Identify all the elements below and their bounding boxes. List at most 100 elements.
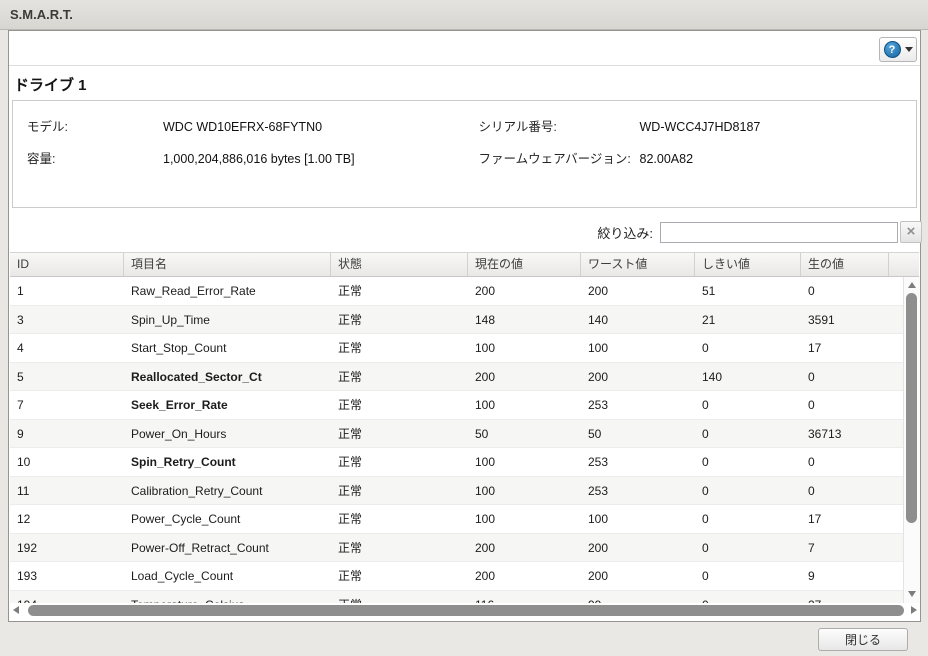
table-row[interactable]: 3Spin_Up_Time正常148140213591 xyxy=(10,306,919,335)
cell-id: 7 xyxy=(10,391,124,419)
cell-raw: 17 xyxy=(801,334,889,362)
cell-threshold: 0 xyxy=(695,505,801,533)
cell-raw: 0 xyxy=(801,277,889,305)
cell-name: Reallocated_Sector_Ct xyxy=(124,363,331,391)
cell-threshold: 0 xyxy=(695,477,801,505)
clear-filter-icon[interactable]: × xyxy=(900,221,922,243)
table-row[interactable]: 12Power_Cycle_Count正常100100017 xyxy=(10,505,919,534)
cell-raw: 3591 xyxy=(801,306,889,334)
cell-status: 正常 xyxy=(331,277,468,305)
column-header-raw[interactable]: 生の値 xyxy=(801,253,889,276)
cell-name: Spin_Retry_Count xyxy=(124,448,331,476)
chevron-down-icon xyxy=(905,47,913,52)
column-header-threshold[interactable]: しきい値 xyxy=(695,253,801,276)
cell-worst: 253 xyxy=(581,477,695,505)
vertical-scrollbar[interactable] xyxy=(903,277,920,603)
filter-bar: 絞り込み: × xyxy=(9,220,922,244)
horizontal-scroll-thumb[interactable] xyxy=(28,605,904,616)
scroll-up-icon[interactable] xyxy=(908,282,916,288)
cell-status: 正常 xyxy=(331,534,468,562)
table-row[interactable]: 4Start_Stop_Count正常100100017 xyxy=(10,334,919,363)
capacity-row: 容量: 1,000,204,886,016 bytes [1.00 TB] xyxy=(13,148,465,167)
table-header: ID 項目名 状態 現在の値 ワースト値 しきい値 生の値 xyxy=(10,252,919,277)
cell-name: Raw_Read_Error_Rate xyxy=(124,277,331,305)
table-row[interactable]: 5Reallocated_Sector_Ct正常2002001400 xyxy=(10,363,919,392)
cell-status: 正常 xyxy=(331,562,468,590)
cell-name: Power_Cycle_Count xyxy=(124,505,331,533)
cell-threshold: 0 xyxy=(695,334,801,362)
scroll-left-icon[interactable] xyxy=(13,606,19,614)
cell-id: 3 xyxy=(10,306,124,334)
cell-threshold: 0 xyxy=(695,391,801,419)
scroll-right-icon[interactable] xyxy=(911,606,917,614)
drive-heading: ドライブ 1 xyxy=(14,74,87,95)
help-icon: ? xyxy=(884,41,901,58)
cell-status: 正常 xyxy=(331,306,468,334)
cell-name: Seek_Error_Rate xyxy=(124,391,331,419)
table-row[interactable]: 9Power_On_Hours正常5050036713 xyxy=(10,420,919,449)
dialog-body: ? ドライブ 1 モデル: WDC WD10EFRX-68FYTN0 容量: 1… xyxy=(8,30,921,622)
cell-name: Temperature_Celsius xyxy=(124,591,331,604)
cell-threshold: 140 xyxy=(695,363,801,391)
cell-raw: 17 xyxy=(801,505,889,533)
cell-worst: 200 xyxy=(581,363,695,391)
cell-status: 正常 xyxy=(331,505,468,533)
cell-id: 194 xyxy=(10,591,124,604)
capacity-label: 容量: xyxy=(13,148,163,167)
cell-status: 正常 xyxy=(331,477,468,505)
cell-threshold: 0 xyxy=(695,420,801,448)
horizontal-scrollbar[interactable] xyxy=(9,603,920,618)
column-header-worst[interactable]: ワースト値 xyxy=(581,253,695,276)
cell-worst: 253 xyxy=(581,448,695,476)
cell-status: 正常 xyxy=(331,420,468,448)
table-row[interactable]: 193Load_Cycle_Count正常20020009 xyxy=(10,562,919,591)
cell-raw: 27 xyxy=(801,591,889,604)
cell-current: 100 xyxy=(468,391,581,419)
cell-threshold: 21 xyxy=(695,306,801,334)
cell-name: Load_Cycle_Count xyxy=(124,562,331,590)
drive-info-panel: モデル: WDC WD10EFRX-68FYTN0 容量: 1,000,204,… xyxy=(12,100,917,208)
table-row[interactable]: 7Seek_Error_Rate正常10025300 xyxy=(10,391,919,420)
capacity-value: 1,000,204,886,016 bytes [1.00 TB] xyxy=(163,152,355,166)
table-row[interactable]: 1Raw_Read_Error_Rate正常200200510 xyxy=(10,277,919,306)
filter-label: 絞り込み: xyxy=(597,223,653,242)
column-header-current[interactable]: 現在の値 xyxy=(468,253,581,276)
vertical-scroll-thumb[interactable] xyxy=(906,293,917,523)
cell-status: 正常 xyxy=(331,363,468,391)
cell-name: Power-Off_Retract_Count xyxy=(124,534,331,562)
cell-threshold: 51 xyxy=(695,277,801,305)
cell-current: 50 xyxy=(468,420,581,448)
cell-current: 100 xyxy=(468,477,581,505)
cell-current: 116 xyxy=(468,591,581,604)
firmware-row: ファームウェアバージョン: 82.00A82 xyxy=(465,148,917,167)
cell-name: Start_Stop_Count xyxy=(124,334,331,362)
help-button[interactable]: ? xyxy=(879,37,917,62)
cell-current: 200 xyxy=(468,534,581,562)
column-header-name[interactable]: 項目名 xyxy=(124,253,331,276)
table-row[interactable]: 192Power-Off_Retract_Count正常20020007 xyxy=(10,534,919,563)
table-row[interactable]: 194Temperature_Celsius正常11699027 xyxy=(10,591,919,604)
column-header-filler xyxy=(889,253,919,276)
close-button[interactable]: 閉じる xyxy=(818,628,908,651)
window-title: S.M.A.R.T. xyxy=(10,7,73,22)
scroll-down-icon[interactable] xyxy=(908,591,916,597)
cell-current: 200 xyxy=(468,277,581,305)
column-header-status[interactable]: 状態 xyxy=(331,253,468,276)
cell-threshold: 0 xyxy=(695,534,801,562)
table-row[interactable]: 11Calibration_Retry_Count正常10025300 xyxy=(10,477,919,506)
cell-worst: 100 xyxy=(581,505,695,533)
cell-current: 200 xyxy=(468,363,581,391)
table-row[interactable]: 10Spin_Retry_Count正常10025300 xyxy=(10,448,919,477)
filter-input[interactable] xyxy=(660,222,898,243)
cell-raw: 0 xyxy=(801,477,889,505)
cell-name: Power_On_Hours xyxy=(124,420,331,448)
cell-worst: 100 xyxy=(581,334,695,362)
cell-status: 正常 xyxy=(331,591,468,604)
cell-id: 9 xyxy=(10,420,124,448)
cell-raw: 0 xyxy=(801,363,889,391)
column-header-id[interactable]: ID xyxy=(10,253,124,276)
cell-worst: 200 xyxy=(581,534,695,562)
cell-threshold: 0 xyxy=(695,448,801,476)
cell-status: 正常 xyxy=(331,391,468,419)
cell-worst: 50 xyxy=(581,420,695,448)
